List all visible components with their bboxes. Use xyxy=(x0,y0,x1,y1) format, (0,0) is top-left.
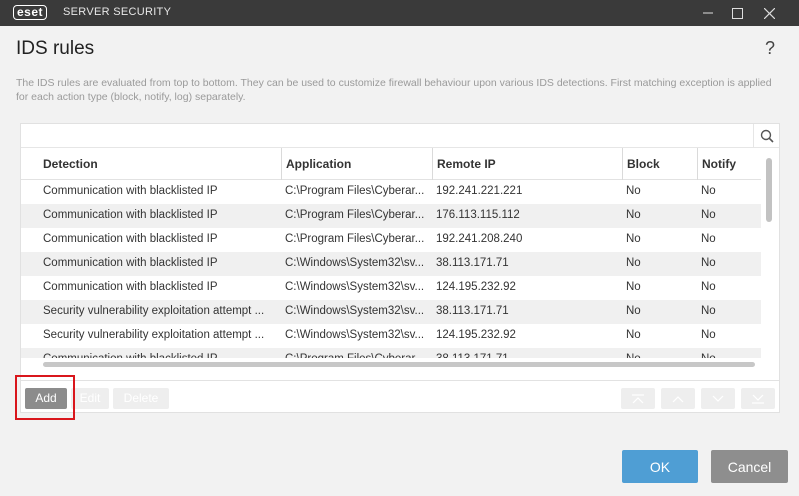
cancel-button[interactable]: Cancel xyxy=(711,450,788,483)
cell-application: C:\Windows\System32\sv... xyxy=(285,257,425,269)
cell-detection: Communication with blacklisted IP xyxy=(43,257,218,269)
app-name: SERVER SECURITY xyxy=(63,6,172,18)
cell-application: C:\Program Files\Cyberar... xyxy=(285,185,425,197)
cell-block: No xyxy=(626,257,641,269)
column-header-block[interactable]: Block xyxy=(622,148,697,180)
cell-notify: No xyxy=(701,329,716,341)
cell-application: C:\Windows\System32\sv... xyxy=(285,329,425,341)
table-row[interactable]: Communication with blacklisted IP C:\Prog… xyxy=(21,180,761,204)
delete-button[interactable]: Delete xyxy=(113,388,169,409)
dialog-title: IDS rules xyxy=(16,38,95,59)
close-icon[interactable] xyxy=(754,0,784,26)
cell-detection: Communication with blacklisted IP xyxy=(43,209,218,221)
cell-notify: No xyxy=(701,257,716,269)
cell-notify: No xyxy=(701,305,716,317)
table-row[interactable]: Communication with blacklisted IP C:\Wind… xyxy=(21,276,761,300)
cell-remote-ip: 124.195.232.92 xyxy=(436,281,516,293)
cell-notify: No xyxy=(701,281,716,293)
table-row[interactable]: Security vulnerability exploitation atte… xyxy=(21,324,761,348)
horizontal-scrollbar-track xyxy=(21,361,761,368)
cell-remote-ip: 38.113.171.71 xyxy=(436,257,509,269)
column-header-application[interactable]: Application xyxy=(281,148,432,180)
cell-remote-ip: 176.113.115.112 xyxy=(436,209,520,221)
cell-block: No xyxy=(626,329,641,341)
vertical-scrollbar[interactable] xyxy=(766,158,772,222)
table-header: Detection Application Remote IP Block No… xyxy=(21,148,761,180)
search-bar xyxy=(21,124,779,148)
title-bar: eset SERVER SECURITY xyxy=(0,0,799,26)
dialog-description: The IDS rules are evaluated from top to … xyxy=(16,77,772,103)
cell-block: No xyxy=(626,209,641,221)
maximize-icon[interactable] xyxy=(722,0,752,26)
eset-logo: eset xyxy=(13,5,48,20)
cell-block: No xyxy=(622,348,697,358)
cell-block: No xyxy=(626,281,641,293)
table-row[interactable]: Communication with blacklisted IP C:\Wind… xyxy=(21,252,761,276)
cell-remote-ip: 124.195.232.92 xyxy=(436,329,516,341)
horizontal-scrollbar[interactable] xyxy=(43,362,755,367)
cell-application: C:\Program Files\Cyberar... xyxy=(285,209,425,221)
cell-application: C:\Program Files\Cyberar... xyxy=(281,348,432,358)
cell-block: No xyxy=(626,305,641,317)
minimize-icon[interactable] xyxy=(693,0,723,26)
cell-remote-ip: 38.113.171.71 xyxy=(436,305,509,317)
cell-remote-ip: 192.241.221.221 xyxy=(436,185,523,197)
cell-detection: Communication with blacklisted IP xyxy=(39,348,281,358)
cell-application: C:\Program Files\Cyberar... xyxy=(285,233,425,245)
cell-notify: No xyxy=(701,233,716,245)
column-header-detection[interactable]: Detection xyxy=(39,148,281,180)
cell-detection: Communication with blacklisted IP xyxy=(43,233,218,245)
cell-detection: Security vulnerability exploitation atte… xyxy=(43,329,265,341)
cell-application: C:\Windows\System32\sv... xyxy=(285,281,425,293)
cell-detection: Security vulnerability exploitation atte… xyxy=(43,305,265,317)
ids-rules-panel: Detection Application Remote IP Block No… xyxy=(20,123,780,413)
column-header-remote-ip[interactable]: Remote IP xyxy=(432,148,622,180)
move-down-icon[interactable] xyxy=(701,388,735,409)
move-bottom-icon[interactable] xyxy=(741,388,775,409)
table-row[interactable]: Communication with blacklisted IPC:\Prog… xyxy=(21,348,761,358)
cell-notify: No xyxy=(701,185,716,197)
table-row[interactable]: Security vulnerability exploitation atte… xyxy=(21,300,761,324)
table-row[interactable]: Communication with blacklisted IP C:\Prog… xyxy=(21,204,761,228)
cell-application: C:\Windows\System32\sv... xyxy=(285,305,425,317)
move-up-icon[interactable] xyxy=(661,388,695,409)
edit-button[interactable]: Edit xyxy=(71,388,109,409)
ok-button[interactable]: OK xyxy=(622,450,698,483)
rules-toolbar: Add Edit Delete xyxy=(21,380,779,413)
cell-notify: No xyxy=(701,209,716,221)
help-icon[interactable]: ? xyxy=(765,38,775,59)
add-button-highlight xyxy=(15,375,75,420)
cell-remote-ip: 192.241.208.240 xyxy=(436,233,523,245)
table-body: Communication with blacklisted IP C:\Prog… xyxy=(21,180,761,358)
move-top-icon[interactable] xyxy=(621,388,655,409)
search-icon[interactable] xyxy=(753,124,779,148)
cell-detection: Communication with blacklisted IP xyxy=(43,281,218,293)
cell-block: No xyxy=(626,185,641,197)
cell-detection: Communication with blacklisted IP xyxy=(43,185,218,197)
cell-notify: No xyxy=(697,348,761,358)
table-row[interactable]: Communication with blacklisted IP C:\Prog… xyxy=(21,228,761,252)
cell-remote-ip: 38.113.171.71 xyxy=(432,348,622,358)
column-header-notify[interactable]: Notify xyxy=(697,148,761,180)
cell-block: No xyxy=(626,233,641,245)
